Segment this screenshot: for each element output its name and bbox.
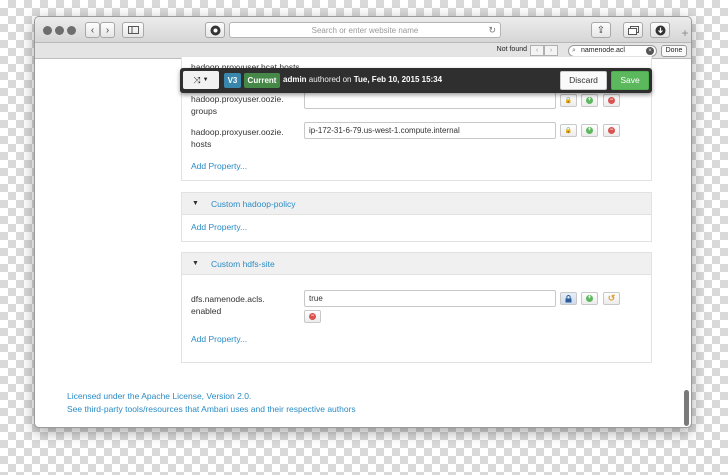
minus-icon: − [309,313,316,320]
caret-down-icon: ▼ [202,77,209,83]
minus-icon: − [608,97,615,104]
add-button[interactable]: + [581,94,598,107]
custom-hdfs-site-panel: ▼ Custom hdfs-site dfs.namenode.acls. en… [181,252,652,363]
clear-icon[interactable]: × [646,47,654,55]
namenode-acls-input[interactable]: true [304,290,556,307]
author: admin [283,75,307,84]
back-button[interactable]: ‹ [85,22,100,38]
undo-icon: ↺ [607,293,616,303]
sidebar-button[interactable] [122,22,144,38]
lock-button[interactable]: 🔒 [560,124,577,137]
authored-on-text: authored on [308,75,352,84]
minimize-window-icon[interactable] [55,26,64,35]
find-next-button[interactable]: › [544,45,558,56]
caret-down-icon: ▼ [192,200,199,207]
tabs-icon [627,25,639,35]
add-property-link[interactable]: Add Property... [191,334,247,344]
forward-button[interactable]: › [100,22,115,38]
panel-title: Custom hdfs-site [210,258,275,269]
add-button[interactable]: + [581,124,598,137]
remove-button[interactable]: − [603,124,620,137]
extension-icon [210,25,220,35]
version-badge: V3 [224,73,241,88]
address-placeholder: Search or enter website name [311,25,419,35]
extension-button[interactable] [205,22,225,38]
save-button[interactable]: Save [611,71,649,90]
sidebar-icon [127,26,139,34]
browser-titlebar: ‹ › Search or enter website name ↻ ⇪ [35,17,691,43]
new-tab-icon[interactable]: + [676,26,694,42]
lock-icon: 🔒 [564,128,573,134]
third-party-link[interactable]: See third-party tools/resources that Amb… [67,404,356,414]
current-badge: Current [244,73,280,88]
zoom-window-icon[interactable] [67,26,76,35]
caret-down-icon: ▼ [192,260,199,267]
plus-icon: + [586,97,593,104]
remove-button[interactable]: − [304,310,321,323]
find-previous-button[interactable]: ‹ [530,45,544,56]
share-icon: ⇪ [596,24,606,36]
find-done-button[interactable]: Done [661,45,687,57]
custom-hadoop-policy-panel: ▼ Custom hadoop-policy Add Property... [181,192,652,242]
close-window-icon[interactable] [43,26,52,35]
browser-window: ‹ › Search or enter website name ↻ ⇪ Not… [34,16,692,428]
oozie-hosts-input[interactable]: ip-172-31-6-79.us-west-1.compute.interna… [304,122,556,139]
add-property-link[interactable]: Add Property... [191,161,247,171]
add-property-link[interactable]: Add Property... [191,222,247,232]
panel-header[interactable]: ▼ Custom hadoop-policy [182,193,651,215]
property-label-oozie-groups: hadoop.proxyuser.oozie. groups [191,94,284,116]
search-icon: ⌕ [572,47,576,54]
tabs-button[interactable] [623,22,643,38]
address-bar[interactable]: Search or enter website name ↻ [229,22,501,38]
oozie-groups-input[interactable] [304,92,556,109]
share-button[interactable]: ⇪ [591,22,611,38]
shuffle-icon: ⤨ [193,74,201,85]
add-button[interactable]: + [581,292,598,305]
panel-header[interactable]: ▼ Custom hdfs-site [182,253,651,275]
undo-button[interactable]: ↺ [603,292,620,305]
reload-icon[interactable]: ↻ [488,25,496,36]
license-link[interactable]: Licensed under the Apache License, Versi… [67,391,251,401]
lock-button[interactable] [560,292,577,305]
version-author-text: admin authored on Tue, Feb 10, 2015 15:3… [283,75,442,84]
discard-button[interactable]: Discard [560,71,607,90]
minus-icon: − [608,127,615,134]
chevron-left-icon: ‹ [90,24,95,36]
property-label-namenode-acls: dfs.namenode.acls. enabled [191,294,265,316]
downloads-button[interactable] [650,22,670,38]
vertical-scrollbar[interactable] [684,390,689,426]
find-status: Not found [496,46,527,53]
lock-icon [565,294,572,302]
plus-icon: + [586,127,593,134]
plus-icon: + [586,295,593,302]
version-switch-dropdown[interactable]: ⤨ ▼ [183,71,219,89]
lock-icon: 🔒 [564,98,573,104]
lock-button[interactable]: 🔒 [560,94,577,107]
property-label-oozie-hosts: hadoop.proxyuser.oozie. hosts [191,127,284,149]
panel-title: Custom hadoop-policy [210,198,296,209]
find-query: namenode.acl [581,47,625,54]
version-bar: ⤨ ▼ V3 Current admin authored on Tue, Feb… [180,68,652,93]
property-label-partial: hadoop.proxyuser.hcat.hosts [191,62,300,68]
page-content: hadoop.proxyuser.hcat.hosts hadoop.proxy… [35,56,691,427]
chevron-right-icon: › [105,24,110,36]
version-date: Tue, Feb 10, 2015 15:34 [353,75,443,84]
remove-button[interactable]: − [603,94,620,107]
download-icon [655,25,665,35]
